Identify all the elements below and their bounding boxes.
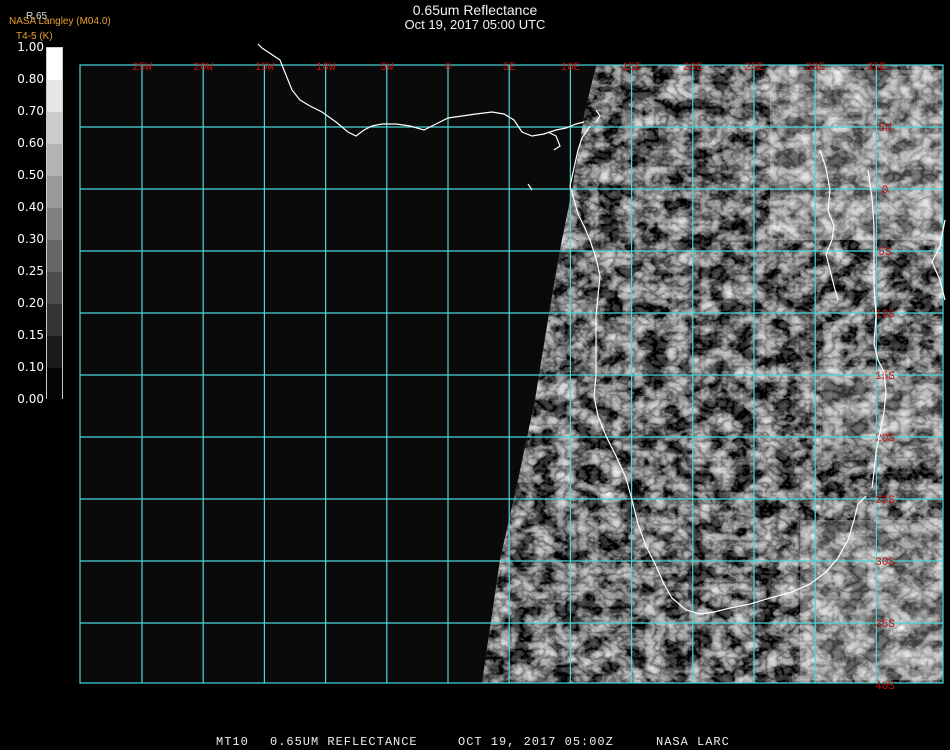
longitude-label: 20E [683,62,703,74]
latitude-label: 25S [875,495,895,507]
latitude-label: 5N [878,123,891,135]
footer-product: 0.65UM REFLECTANCE [270,735,418,749]
longitude-label: 10E [560,62,580,74]
satellite-map[interactable]: 25W 20W 15W 10W 5W 0 5E 10E 15E 20E 25E 30E 35E 5N 0 5S… [0,0,950,750]
latitude-label: 40S [875,681,895,693]
longitude-label: 15E [622,62,642,74]
longitude-label: 5E [503,62,517,74]
longitude-label: 25W [132,62,152,74]
longitude-label: 25E [744,62,764,74]
longitude-label: 35E [866,62,886,74]
footer-satellite: MT10 [216,735,249,749]
longitude-label: 20W [193,62,213,74]
latitude-label: 35S [875,619,895,631]
latitude-label: 30S [875,557,895,569]
latitude-label: 10S [875,309,895,321]
longitude-label: 10W [316,62,336,74]
footer-source: NASA LARC [656,735,730,749]
latitude-label: 0 [882,185,889,197]
footer-date: OCT 19, 2017 05:00Z [458,735,614,749]
longitude-label: 5W [380,62,394,74]
latitude-label: 5S [878,247,892,259]
longitude-label: 15W [254,62,274,74]
longitude-label: 0 [445,62,452,74]
longitude-label: 30E [805,62,825,74]
